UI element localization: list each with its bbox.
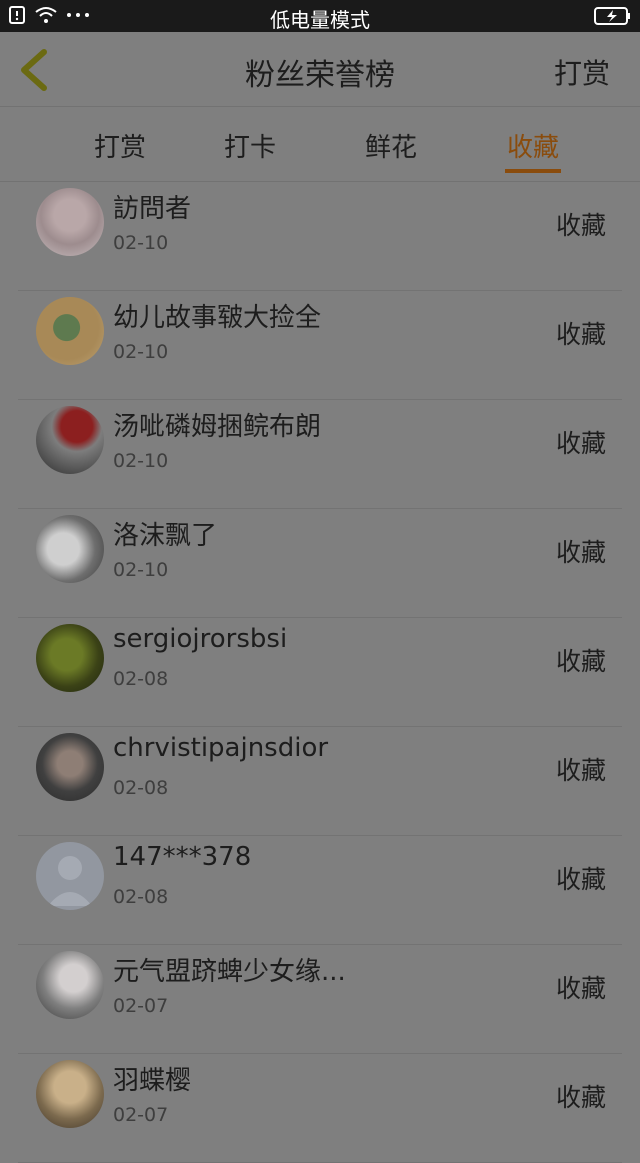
date: 02-10	[113, 559, 169, 581]
status-bar: 低电量模式	[0, 0, 640, 32]
list-item[interactable]: 洛沫飘了 02-10 收藏	[18, 509, 622, 618]
tab-checkin[interactable]: 打卡	[190, 127, 310, 164]
user-name: chrvistipajnsdior	[113, 733, 329, 763]
battery-charging-icon	[594, 6, 632, 30]
nav-bar: 粉丝荣誉榜 打赏	[0, 32, 640, 107]
user-name: 147***378	[113, 842, 252, 872]
list-item[interactable]: 元气盟跻蜱少女缘... 02-07 收藏	[18, 945, 622, 1054]
avatar	[36, 406, 104, 474]
list-item[interactable]: sergiojrorsbsi 02-08 收藏	[18, 618, 622, 727]
list-item[interactable]: 147***378 02-08 收藏	[18, 836, 622, 945]
default-user-icon	[48, 856, 92, 906]
avatar	[36, 842, 104, 910]
tab-bar: 打赏 打卡 鲜花 收藏	[0, 107, 640, 182]
avatar	[36, 951, 104, 1019]
list-item[interactable]: 汤呲磷姆捆鲩布朗 02-10 收藏	[18, 400, 622, 509]
tab-reward[interactable]: 打赏	[60, 127, 180, 164]
date: 02-08	[113, 777, 169, 799]
tab-favorites[interactable]: 收藏	[473, 127, 593, 164]
user-name: 訪問者	[113, 194, 192, 224]
avatar	[36, 1060, 104, 1128]
page-title: 粉丝荣誉榜	[245, 58, 395, 93]
avatar	[36, 624, 104, 692]
user-name: 幼儿故事皲大捡全	[113, 303, 322, 333]
favorite-label: 收藏	[555, 429, 606, 458]
avatar	[36, 515, 104, 583]
favorite-label: 收藏	[555, 756, 606, 785]
user-name: 汤呲磷姆捆鲩布朗	[113, 412, 322, 442]
status-title: 低电量模式	[270, 8, 370, 32]
favorite-label: 收藏	[555, 320, 606, 349]
date: 02-10	[113, 341, 169, 363]
favorite-label: 收藏	[555, 865, 606, 894]
favorite-label: 收藏	[555, 1083, 606, 1112]
list-item[interactable]: chrvistipajnsdior 02-08 收藏	[18, 727, 622, 836]
favorite-label: 收藏	[555, 974, 606, 1003]
favorite-label: 收藏	[555, 647, 606, 676]
active-tab-indicator	[505, 169, 561, 173]
date: 02-10	[113, 232, 169, 254]
avatar	[36, 733, 104, 801]
list-item[interactable]: 幼儿故事皲大捡全 02-10 收藏	[18, 291, 622, 400]
user-name: 元气盟跻蜱少女缘...	[113, 957, 346, 987]
user-name: 羽蝶樱	[113, 1066, 192, 1096]
date: 02-07	[113, 995, 169, 1017]
avatar	[36, 297, 104, 365]
fan-list: 訪問者 02-10 收藏 幼儿故事皲大捡全 02-10 收藏 汤呲磷姆捆鲩布朗 …	[0, 182, 640, 1163]
favorite-label: 收藏	[555, 538, 606, 567]
date: 02-07	[113, 1104, 169, 1126]
avatar	[36, 188, 104, 256]
favorite-label: 收藏	[555, 211, 606, 240]
tab-flowers[interactable]: 鲜花	[331, 127, 451, 164]
date: 02-08	[113, 886, 169, 908]
user-name: sergiojrorsbsi	[113, 624, 288, 654]
reward-button[interactable]: 打赏	[554, 52, 610, 92]
list-item[interactable]: 羽蝶樱 02-07 收藏	[18, 1054, 622, 1163]
user-name: 洛沫飘了	[113, 521, 218, 551]
date: 02-08	[113, 668, 169, 690]
list-item[interactable]: 訪問者 02-10 收藏	[18, 182, 622, 291]
date: 02-10	[113, 450, 169, 472]
